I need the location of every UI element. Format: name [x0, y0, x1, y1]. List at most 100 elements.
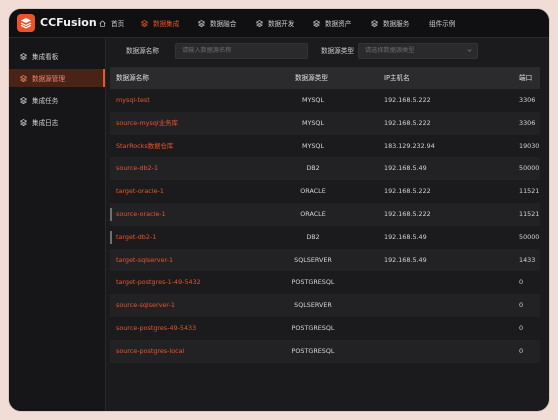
cell-type: MYSQL	[301, 118, 325, 127]
cell-ip: 192.168.5.222	[384, 187, 431, 196]
cell-port: 0	[519, 278, 524, 287]
nav-item-2[interactable]: 数据融合	[197, 9, 237, 37]
cell-name[interactable]: target-postgres-1-49-5432	[116, 271, 201, 294]
nav-item-label: 首页	[111, 20, 125, 28]
sidebar-item-0[interactable]: 集成看板	[9, 47, 105, 65]
cell-port: 0	[519, 324, 524, 332]
header-ip: IP主机名	[384, 74, 410, 82]
sidebar-item-label: 集成任务	[32, 97, 59, 105]
cell-type: DB2	[306, 232, 320, 241]
nav-item-1[interactable]: 数据集成	[140, 9, 180, 37]
nav-item-4[interactable]: 数据资产	[312, 9, 352, 37]
cell-ip: 192.168.5.49	[384, 164, 427, 173]
cell-name[interactable]: source-db2-1	[116, 157, 158, 180]
cell-port: 0	[519, 301, 524, 310]
table-row[interactable]: StarRocks数据仓库 MYSQL 183.129.232.94 19030	[110, 135, 540, 158]
layers-icon	[19, 52, 28, 60]
sidebar-item-label: 数据源管理	[32, 75, 65, 83]
nav-item-label: 组件示例	[429, 20, 456, 28]
header-port: 端口	[519, 74, 533, 82]
cell-type: SQLSERVER	[294, 255, 332, 264]
cell-name[interactable]: target-oracle-1	[116, 180, 164, 203]
table-row[interactable]: source-mysql业务库 MYSQL 192.168.5.222 3306	[110, 111, 540, 135]
sidebar-item-1[interactable]: 数据源管理	[9, 69, 105, 87]
nav-item-0[interactable]: 首页	[99, 9, 124, 37]
table-row[interactable]: source-oracle-1 ORACLE 192.168.5.222 11521	[110, 203, 540, 226]
nav-item-label: 数据服务	[383, 20, 410, 28]
cell-port: 1433	[519, 255, 536, 264]
filter-bar: 数据源名称 请输入数据源名称 数据源类型 请选择数据源类型	[115, 39, 549, 63]
name-filter-label: 数据源名称	[126, 47, 159, 55]
layers-icon	[19, 118, 28, 126]
table-row[interactable]: source-db2-1 DB2 192.168.5.49 50000	[110, 157, 540, 181]
layers-icon	[255, 19, 264, 27]
table-row[interactable]: target-postgres-1-49-5432 POSTGRESQL 0	[110, 271, 540, 294]
nav-item-5[interactable]: 数据服务	[370, 9, 410, 37]
nav-item-label: 数据资产	[325, 20, 352, 28]
cell-type: ORACLE	[300, 187, 326, 196]
header-name: 数据源名称	[116, 74, 149, 82]
cell-name[interactable]: source-mysql业务库	[116, 112, 178, 135]
cell-ip: 192.168.5.49	[384, 255, 427, 264]
row-marker	[110, 208, 112, 221]
sidebar-item-label: 集成看板	[32, 53, 59, 61]
table-row[interactable]: source-postgres-local POSTGRESQL 0	[110, 339, 540, 363]
cell-type: POSTGRESQL	[291, 346, 335, 355]
table-row[interactable]: target-sqlserver-1 SQLSERVER 192.168.5.49 1…	[110, 248, 540, 272]
nav-item-label: 数据融合	[210, 20, 237, 28]
sidebar: 集成看板数据源管理集成任务集成日志	[9, 38, 106, 411]
layers-icon	[312, 19, 321, 27]
sidebar-item-2[interactable]: 集成任务	[9, 91, 105, 109]
nav-item-label: 数据集成	[153, 20, 180, 28]
layers-icon	[19, 74, 28, 82]
type-filter-label: 数据源类型	[321, 47, 354, 55]
home-icon	[99, 19, 106, 27]
cell-name[interactable]: mysql-test	[116, 89, 150, 112]
sidebar-item-label: 集成日志	[32, 119, 59, 127]
type-filter-placeholder: 请选择数据源类型	[365, 47, 415, 54]
layers-icon	[370, 19, 379, 27]
cell-type: DB2	[306, 164, 320, 173]
nav-item-3[interactable]: 数据开发	[255, 9, 295, 37]
cell-name[interactable]: source-sqlserver-1	[116, 294, 175, 317]
cell-name[interactable]: source-postgres-49-5433	[116, 317, 196, 340]
table-row[interactable]: target-oracle-1 ORACLE 192.168.5.222 11521	[110, 180, 540, 203]
cell-port: 50000	[519, 164, 540, 173]
cell-ip: 183.129.232.94	[384, 141, 435, 150]
cell-name[interactable]: source-oracle-1	[116, 203, 166, 226]
cell-port: 3306	[519, 96, 536, 104]
name-filter-input[interactable]: 请输入数据源名称	[175, 43, 308, 59]
name-filter-placeholder: 请输入数据源名称	[182, 47, 232, 54]
cell-port: 0	[519, 346, 524, 355]
cell-name[interactable]: StarRocks数据仓库	[116, 135, 173, 158]
table-row[interactable]: target-db2-1 DB2 192.168.5.49 50000	[110, 226, 540, 249]
cell-name[interactable]: source-postgres-local	[116, 340, 184, 363]
logo-icon[interactable]	[17, 14, 35, 32]
cell-port: 3306	[519, 118, 536, 127]
cell-type: POSTGRESQL	[291, 278, 335, 287]
nav-item-6[interactable]: 组件示例	[429, 9, 455, 37]
cell-type: POSTGRESQL	[291, 324, 335, 332]
table-row[interactable]: source-sqlserver-1 SQLSERVER 0	[110, 294, 540, 317]
cell-type: ORACLE	[300, 210, 326, 218]
cell-port: 11521	[519, 187, 540, 196]
sidebar-item-3[interactable]: 集成日志	[9, 113, 105, 131]
layers-icon	[19, 96, 28, 104]
top-navbar: CCFusion 首页 数据集成 数据融合 数据开发 数据资产 数据服务 组件示例	[9, 9, 549, 38]
cell-ip: 192.168.5.222	[384, 210, 431, 218]
table-row[interactable]: source-postgres-49-5433 POSTGRESQL 0	[110, 317, 540, 340]
cell-type: MYSQL	[301, 96, 325, 104]
type-filter-select[interactable]: 请选择数据源类型	[358, 43, 478, 59]
cell-name[interactable]: target-sqlserver-1	[116, 249, 173, 272]
nav-item-label: 数据开发	[268, 20, 295, 28]
row-marker	[110, 230, 112, 244]
cell-type: MYSQL	[301, 141, 325, 150]
cell-port: 11521	[519, 210, 540, 218]
layers-icon	[197, 19, 206, 27]
cell-name[interactable]: target-db2-1	[116, 226, 156, 249]
app-name: CCFusion	[40, 16, 97, 29]
table-row[interactable]: mysql-test MYSQL 192.168.5.222 3306	[110, 89, 540, 112]
cell-type: SQLSERVER	[294, 301, 332, 310]
header-type: 数据源类型	[295, 74, 328, 82]
layers-icon	[140, 19, 149, 27]
